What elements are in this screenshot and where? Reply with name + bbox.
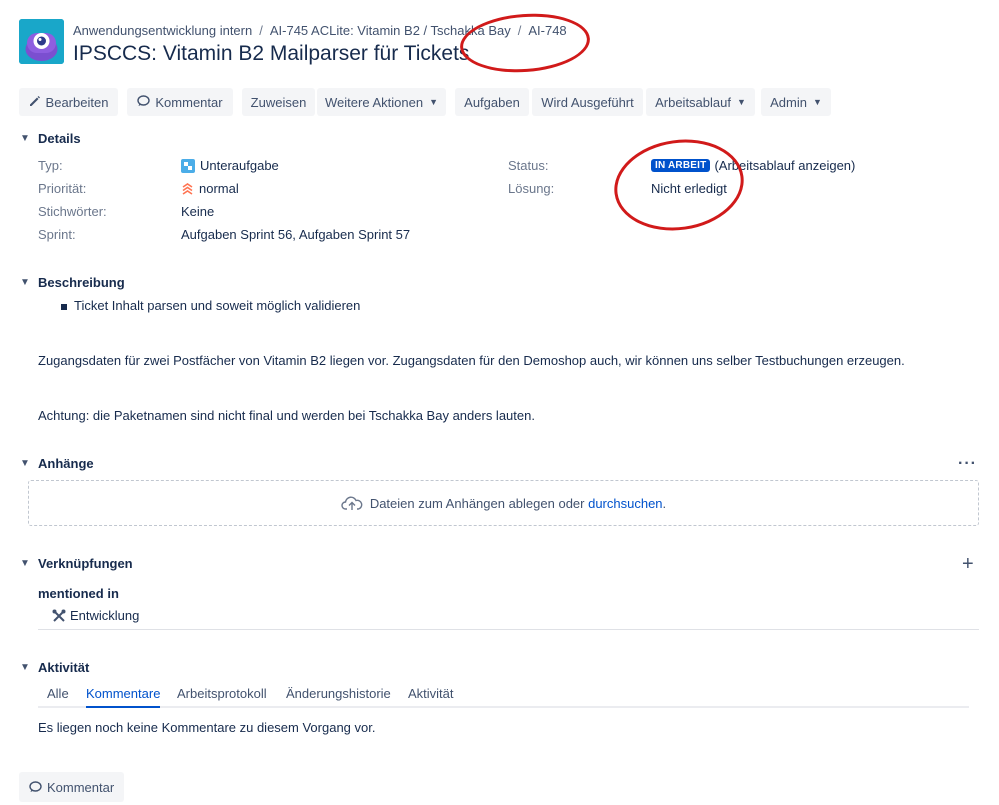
tasks-button[interactable]: Aufgaben — [455, 88, 529, 116]
add-comment-button[interactable]: Kommentar — [19, 772, 125, 802]
type-label: Typ: — [38, 158, 63, 173]
details-section-toggle[interactable]: ▼ Details — [20, 131, 81, 146]
in-progress-button-label: Wird Ausgeführt — [541, 94, 634, 110]
more-actions-label: Weitere Aktionen — [325, 94, 424, 110]
description-paragraph-2: Achtung: die Paketnamen sind nicht final… — [38, 408, 535, 423]
status-badge: IN ARBEIT — [651, 159, 711, 172]
dropzone-suffix: . — [662, 495, 667, 511]
activity-heading: Aktivität — [38, 660, 90, 675]
sprint-value[interactable]: Aufgaben Sprint 56, Aufgaben Sprint 57 — [181, 227, 410, 242]
in-progress-button[interactable]: Wird Ausgeführt — [532, 88, 643, 116]
chevron-down-icon: ▼ — [20, 458, 30, 469]
priority-text: normal — [199, 181, 239, 196]
links-section-toggle[interactable]: ▼ Verknüpfungen — [20, 556, 133, 571]
status-label: Status: — [508, 158, 549, 173]
breadcrumb-issue-key[interactable]: AI-748 — [528, 23, 566, 38]
development-link-icon — [52, 609, 66, 623]
link-relation: mentioned in — [38, 586, 119, 601]
comment-button[interactable]: Kommentar — [127, 88, 233, 116]
tab-activity[interactable]: Aktivität — [408, 686, 454, 708]
priority-label: Priorität: — [38, 181, 87, 196]
chevron-down-icon: ▼ — [20, 558, 30, 569]
more-actions-button[interactable]: Weitere Aktionen ▼ — [317, 88, 446, 116]
status-value: IN ARBEIT (Arbeitsablauf anzeigen) — [651, 158, 855, 173]
resolution-label: Lösung: — [508, 181, 555, 196]
links-divider — [38, 629, 979, 630]
chevron-down-icon: ▼ — [20, 133, 30, 144]
comment-bubble-icon — [137, 94, 151, 110]
comment-bubble-icon — [29, 781, 42, 793]
breadcrumb-parent-issue[interactable]: AI-745 ACLite: Vitamin B2 / Tschakka Bay — [270, 23, 511, 38]
subtask-icon — [181, 158, 195, 173]
description-bullet: Ticket Inhalt parsen und soweit möglich … — [61, 298, 360, 313]
linked-item[interactable]: Entwicklung — [52, 608, 139, 623]
admin-button[interactable]: Admin ▼ — [761, 88, 831, 116]
view-workflow-link[interactable]: (Arbeitsablauf anzeigen) — [714, 158, 855, 173]
no-comments-text: Es liegen noch keine Kommentare zu diese… — [38, 720, 376, 735]
chevron-down-icon: ▼ — [736, 97, 746, 107]
attachment-dropzone[interactable]: Dateien zum Anhängen ablegen oder durchs… — [28, 480, 979, 526]
browse-link[interactable]: durchsuchen — [588, 496, 662, 511]
breadcrumb: Anwendungsentwicklung intern / AI-745 ACLi… — [73, 23, 567, 38]
plus-icon[interactable]: + — [962, 554, 974, 574]
description-heading: Beschreibung — [38, 275, 125, 290]
project-avatar-icon[interactable] — [19, 19, 64, 64]
assign-button-label: Zuweisen — [250, 94, 307, 110]
workflow-button[interactable]: Arbeitsablauf ▼ — [646, 88, 755, 116]
chevron-down-icon: ▼ — [20, 277, 30, 288]
issue-title[interactable]: IPSCCS: Vitamin B2 Mailparser für Ticket… — [73, 42, 469, 66]
admin-button-label: Admin — [770, 94, 807, 110]
cloud-upload-icon — [341, 495, 363, 511]
description-bullet-text: Ticket Inhalt parsen und soweit möglich … — [74, 298, 361, 313]
chevron-down-icon: ▼ — [20, 662, 30, 673]
comment-button-label: Kommentar — [155, 94, 223, 110]
priority-value: normal — [181, 181, 239, 196]
edit-button[interactable]: Bearbeiten — [19, 88, 118, 116]
more-icon[interactable]: ··· — [958, 455, 977, 473]
type-text: Unteraufgabe — [200, 158, 279, 173]
tab-all[interactable]: Alle — [47, 686, 69, 708]
assign-button[interactable]: Zuweisen — [242, 88, 315, 116]
dropzone-text: Dateien zum Anhängen ablegen oder — [369, 495, 589, 511]
linked-item-label: Entwicklung — [70, 608, 140, 623]
type-value: Unteraufgabe — [181, 158, 279, 173]
pencil-icon — [29, 95, 41, 110]
tab-history[interactable]: Änderungshistorie — [286, 686, 391, 708]
add-comment-label: Kommentar — [47, 779, 115, 795]
sprint-label: Sprint: — [38, 227, 76, 242]
details-heading: Details — [38, 131, 81, 146]
labels-value: Keine — [181, 204, 215, 219]
description-paragraph-1: Zugangsdaten für zwei Postfächer von Vit… — [38, 353, 905, 368]
bullet-icon — [61, 303, 67, 310]
activity-section-toggle[interactable]: ▼ Aktivität — [20, 660, 89, 675]
activity-tabs: Alle Kommentare Arbeitsprotokoll Änderun… — [38, 686, 969, 708]
chevron-down-icon: ▼ — [812, 97, 822, 107]
chevron-down-icon: ▼ — [429, 97, 438, 107]
labels-label: Stichwörter: — [38, 204, 107, 219]
breadcrumb-project[interactable]: Anwendungsentwicklung intern — [73, 23, 252, 38]
description-section-toggle[interactable]: ▼ Beschreibung — [20, 275, 125, 290]
tab-comments[interactable]: Kommentare — [86, 686, 161, 708]
resolution-value: Nicht erledigt — [651, 181, 727, 196]
links-heading: Verknüpfungen — [38, 556, 133, 571]
workflow-button-label: Arbeitsablauf — [655, 94, 731, 110]
priority-normal-icon — [181, 182, 194, 195]
tab-worklog[interactable]: Arbeitsprotokoll — [177, 686, 267, 708]
attachments-section-toggle[interactable]: ▼ Anhänge — [20, 456, 94, 471]
tasks-button-label: Aufgaben — [464, 94, 520, 110]
attachments-heading: Anhänge — [38, 456, 94, 471]
annotation-circle-issue-key — [458, 9, 592, 77]
edit-button-label: Bearbeiten — [45, 94, 109, 110]
